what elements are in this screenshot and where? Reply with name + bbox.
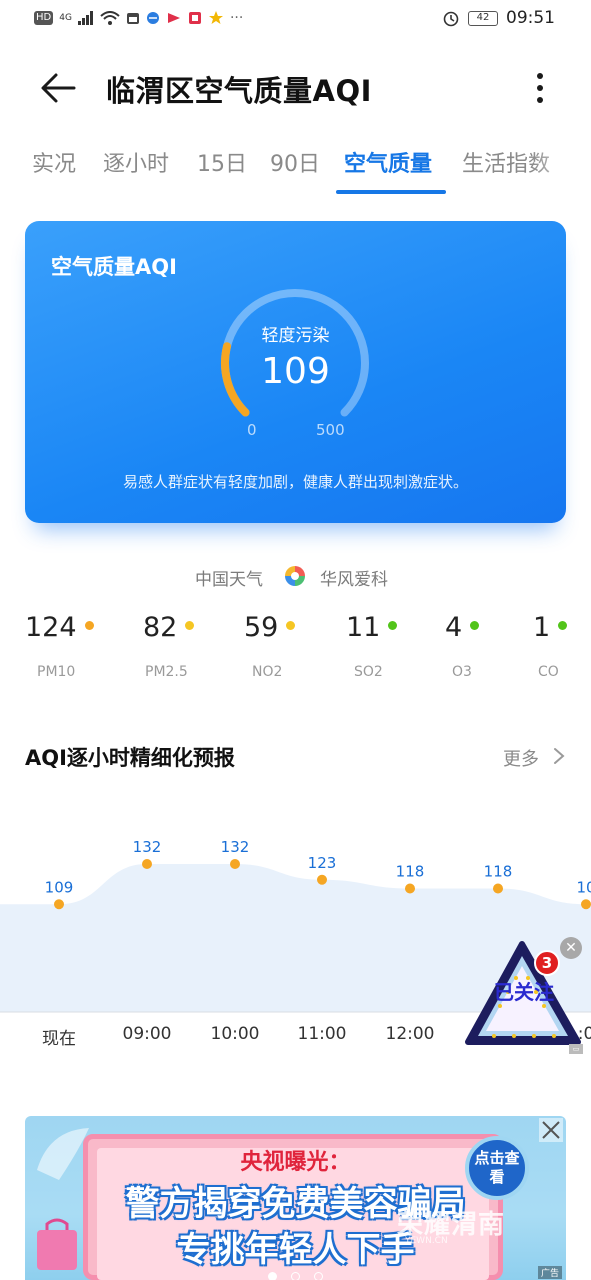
- page-title: 临渭区空气质量AQI: [106, 74, 372, 108]
- clock: 09:51: [506, 8, 555, 28]
- chart-value-label: 123: [308, 854, 337, 872]
- pollutant-value: 4: [445, 612, 463, 643]
- pollutant-value-wrap: 1: [533, 612, 568, 643]
- pollutant-level-dot: [558, 621, 568, 630]
- chart-value-label: 118: [396, 863, 425, 881]
- more-vertical-icon[interactable]: [528, 66, 552, 110]
- wifi-icon: [100, 11, 120, 25]
- chart-point: [230, 859, 240, 869]
- pollutant-value: 11: [346, 612, 381, 643]
- provider-logo-icon: [285, 566, 305, 586]
- pollutant-value: 124: [25, 612, 77, 643]
- chart-point: [493, 883, 503, 894]
- chevron-right-icon[interactable]: [552, 746, 566, 766]
- ad-label: 广告: [538, 1266, 563, 1279]
- chart-x-label: 11:00: [297, 1024, 347, 1044]
- book-app-icon: [188, 12, 201, 24]
- app-header: 临渭区空气质量AQI: [0, 48, 591, 128]
- chart-x-label: 09:00: [122, 1024, 172, 1044]
- star-app-icon: [208, 11, 223, 24]
- pollutant-value-wrap: 82: [143, 612, 195, 643]
- hourly-more-link[interactable]: 更多: [503, 745, 539, 771]
- pollutant-name: NO2: [252, 664, 283, 680]
- chart-value-label: 109: [45, 878, 74, 896]
- chart-value-label: 132: [133, 838, 162, 856]
- pollutant-level-dot: [286, 621, 296, 630]
- ad-pagination: [25, 1266, 566, 1280]
- pollutant-value: 82: [143, 612, 178, 643]
- pollutant-row: 124 PM10 82 PM2.5 59 NO2 11 SO2 4 O3 1 C…: [0, 612, 591, 692]
- tab-live[interactable]: 实况: [32, 146, 76, 178]
- follow-badge-label[interactable]: 已关注: [491, 980, 557, 1005]
- aqi-description: 易感人群症状有轻度加剧，健康人群出现刺激症状。: [122, 473, 468, 491]
- aqi-card-title: 空气质量AQI: [51, 255, 177, 279]
- calendar-icon: [126, 13, 139, 24]
- tab-air-quality[interactable]: 空气质量: [344, 146, 432, 178]
- video-app-icon: [167, 13, 180, 23]
- follow-count-badge: 3: [534, 950, 560, 976]
- network-indicator: 4G: [59, 13, 72, 23]
- chart-point: [54, 899, 64, 910]
- hd-indicator: HD: [34, 11, 54, 25]
- pollutant-level-dot: [388, 621, 398, 630]
- ad-watermark-sub: YEWN.CN: [405, 1236, 448, 1246]
- pollutant-value: 1: [533, 612, 551, 643]
- ad-banner[interactable]: 央视曝光： 警方揭穿免费美容骗局 专挑年轻人下手 荣耀渭南 YEWN.CN 点击…: [25, 1116, 566, 1280]
- active-tab-indicator: [336, 190, 446, 194]
- chart-x-label: 10:00: [210, 1024, 260, 1044]
- tab-15-day[interactable]: 15日: [197, 146, 247, 178]
- chart-point: [581, 899, 591, 910]
- hourly-forecast-title: AQI逐小时精细化预报: [25, 746, 235, 770]
- chart-value-label: 118: [484, 863, 513, 881]
- gauge-max-label: 500: [316, 421, 345, 439]
- ad-page-dot[interactable]: [268, 1272, 277, 1280]
- pollutant-name: PM2.5: [145, 664, 188, 680]
- gauge-min-label: 0: [247, 421, 257, 439]
- close-icon[interactable]: ✕: [560, 937, 582, 959]
- battery-level: 42: [468, 10, 498, 26]
- ad-marker-icon: ▭: [569, 1044, 583, 1054]
- chart-point: [142, 859, 152, 869]
- pollutant-value-wrap: 124: [25, 612, 94, 643]
- aqi-value: 109: [261, 351, 330, 392]
- pollutant-level-dot: [470, 621, 480, 630]
- data-source-row: 中国天气 华风爱科: [0, 562, 591, 592]
- chart-value-label: 132: [221, 838, 250, 856]
- browser-icon: [146, 12, 159, 24]
- chart-x-label: 现在: [42, 1029, 76, 1049]
- aqi-level: 轻度污染: [261, 326, 330, 346]
- arrow-left-icon[interactable]: [36, 66, 80, 110]
- ad-page-dot[interactable]: [314, 1272, 323, 1280]
- pollutant-value-wrap: 4: [445, 612, 480, 643]
- ad-page-dot[interactable]: [291, 1272, 300, 1280]
- signal-icon: [77, 11, 93, 25]
- pollutant-level-dot: [84, 621, 94, 630]
- source-huafeng: 华风爱科: [320, 570, 388, 590]
- status-indicators: HD 4G ···: [34, 10, 243, 26]
- pollutant-value-wrap: 11: [346, 612, 398, 643]
- chart-point: [405, 883, 415, 894]
- chart-value-label: 10: [576, 878, 591, 896]
- tab-hourly[interactable]: 逐小时: [103, 146, 169, 178]
- alarm-icon: [443, 11, 459, 27]
- pollutant-level-dot: [185, 621, 195, 630]
- pollutant-name: CO: [538, 664, 559, 680]
- status-bar: HD 4G ··· 42 09:51: [0, 0, 591, 40]
- close-icon[interactable]: [539, 1118, 563, 1142]
- status-right: 42 09:51: [442, 8, 555, 28]
- tab-90-day[interactable]: 90日: [270, 146, 320, 178]
- tab-bar: 实况 逐小时 15日 90日 空气质量 生活指数: [0, 140, 591, 196]
- source-china-weather: 中国天气: [195, 570, 263, 590]
- tabs-fade: [531, 140, 591, 196]
- pollutant-name: O3: [452, 664, 472, 680]
- aqi-card[interactable]: 空气质量AQI 轻度污染 109 0 500 易感人群症状有轻度加剧，健康人群出…: [25, 221, 566, 523]
- pollutant-value: 59: [244, 612, 279, 643]
- chart-x-label: 12:00: [385, 1024, 435, 1044]
- more-notifications-icon: ···: [229, 10, 244, 26]
- pollutant-value-wrap: 59: [244, 612, 296, 643]
- pollutant-name: PM10: [37, 664, 76, 680]
- pollutant-name: SO2: [354, 664, 383, 680]
- ad-cta-button[interactable]: 点击查看: [465, 1136, 529, 1200]
- chart-point: [317, 874, 327, 885]
